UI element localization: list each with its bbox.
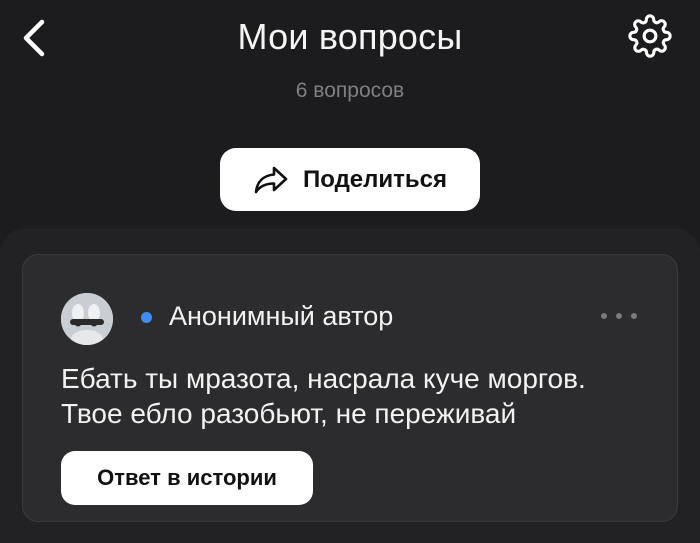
question-text-line: Твое ебло разобьют, не переживай (61, 398, 517, 429)
question-text: Ебать ты мразота, насрала куче моргов. Т… (61, 361, 661, 431)
share-button-label: Поделиться (302, 165, 448, 193)
avatar (61, 293, 113, 345)
share-arrow-icon (253, 165, 289, 195)
page-title: Мои вопросы (237, 16, 463, 57)
question-count: 6 вопросов (295, 79, 405, 102)
more-dots-icon (601, 313, 607, 319)
online-status-dot (141, 312, 152, 323)
question-text-line: Ебать ты мразота, насрала куче моргов. (61, 363, 586, 394)
anonymous-avatar-icon (61, 293, 113, 345)
author-name: Анонимный автор (169, 301, 394, 331)
my-questions-screen: Мои вопросы 6 вопросов Поделиться Аноним… (0, 0, 700, 543)
settings-button[interactable] (626, 12, 674, 60)
gear-icon (628, 14, 672, 58)
more-dots-icon (631, 313, 637, 319)
more-options-button[interactable] (601, 305, 637, 327)
more-dots-icon (616, 313, 622, 319)
share-button[interactable]: Поделиться (220, 148, 480, 211)
question-card: Анонимный автор Ебать ты мразота, насрал… (22, 254, 678, 522)
answer-in-story-button[interactable]: Ответ в истории (61, 451, 313, 505)
